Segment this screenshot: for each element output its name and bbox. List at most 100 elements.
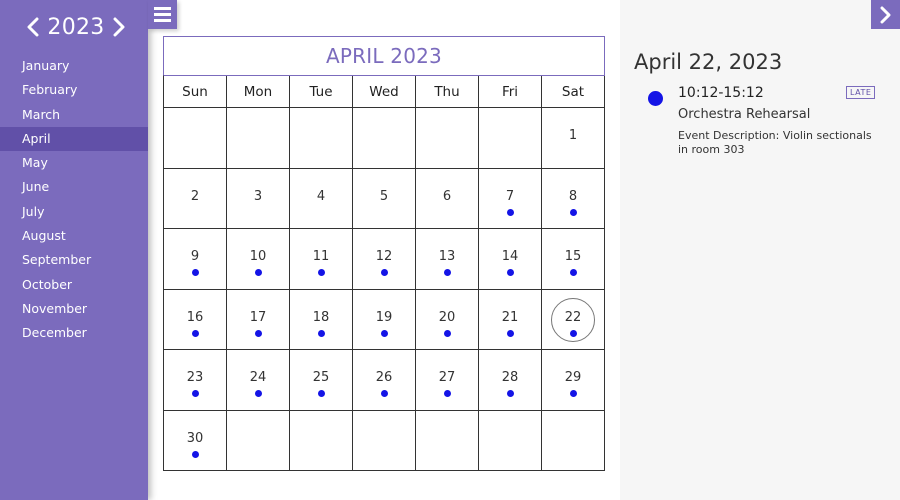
day-cell[interactable]: 16 bbox=[164, 289, 227, 350]
empty-day-cell bbox=[479, 108, 542, 169]
weekday-header: Tue bbox=[290, 76, 353, 108]
event-dot-icon bbox=[648, 91, 663, 106]
day-number: 19 bbox=[375, 309, 393, 325]
day-cell[interactable]: 4 bbox=[290, 168, 353, 229]
empty-day-cell bbox=[227, 410, 290, 471]
day-number: 20 bbox=[438, 309, 456, 325]
day-cell[interactable]: 25 bbox=[290, 350, 353, 411]
day-cell[interactable]: 26 bbox=[353, 350, 416, 411]
event-indicator-dot bbox=[191, 329, 199, 337]
prev-year-button[interactable] bbox=[26, 16, 40, 38]
event-indicator-dot bbox=[191, 390, 199, 397]
day-number: 15 bbox=[564, 249, 582, 264]
day-cell[interactable]: 7 bbox=[479, 168, 542, 229]
day-number: 3 bbox=[253, 188, 263, 204]
event-indicator-dot bbox=[254, 390, 262, 397]
day-number: 14 bbox=[501, 249, 519, 264]
day-cell[interactable]: 27 bbox=[416, 350, 479, 411]
day-cell[interactable]: 8 bbox=[542, 168, 605, 229]
event-indicator-dot bbox=[506, 390, 514, 397]
day-cell[interactable]: 23 bbox=[164, 350, 227, 411]
event-indicator-dot bbox=[191, 269, 199, 276]
empty-day-cell bbox=[290, 410, 353, 471]
empty-day-cell bbox=[416, 410, 479, 471]
day-number: 23 bbox=[186, 370, 204, 385]
event-panel: April 22, 2023 10:12-15:12 LATE Orchestr… bbox=[620, 0, 900, 500]
day-cell[interactable]: 22 bbox=[542, 289, 605, 350]
month-item-october[interactable]: October bbox=[0, 273, 148, 297]
day-cell[interactable]: 17 bbox=[227, 289, 290, 350]
day-number: 6 bbox=[442, 188, 452, 204]
late-badge: LATE bbox=[846, 86, 876, 99]
day-number: 17 bbox=[249, 309, 267, 325]
day-cell[interactable]: 10 bbox=[227, 229, 290, 290]
event-indicator-dot bbox=[506, 269, 514, 276]
day-cell[interactable]: 28 bbox=[479, 350, 542, 411]
day-cell[interactable]: 11 bbox=[290, 229, 353, 290]
day-number: 9 bbox=[190, 249, 200, 264]
day-number: 4 bbox=[316, 188, 326, 204]
next-year-button[interactable] bbox=[112, 16, 126, 38]
month-item-december[interactable]: December bbox=[0, 321, 148, 345]
day-cell[interactable]: 20 bbox=[416, 289, 479, 350]
day-cell[interactable]: 14 bbox=[479, 229, 542, 290]
month-list: January February March April May June July Augu… bbox=[0, 54, 148, 346]
month-item-november[interactable]: November bbox=[0, 297, 148, 321]
day-cell[interactable]: 6 bbox=[416, 168, 479, 229]
day-cell[interactable]: 19 bbox=[353, 289, 416, 350]
month-item-june[interactable]: June bbox=[0, 175, 148, 199]
day-cell[interactable]: 30 bbox=[164, 410, 227, 471]
day-cell[interactable]: 3 bbox=[227, 168, 290, 229]
empty-day-cell bbox=[353, 410, 416, 471]
day-cell[interactable]: 1 bbox=[542, 108, 605, 169]
day-number: 13 bbox=[438, 249, 456, 264]
month-item-january[interactable]: January bbox=[0, 54, 148, 78]
month-item-may[interactable]: May bbox=[0, 151, 148, 175]
chevron-right-icon bbox=[880, 6, 890, 23]
day-number: 5 bbox=[379, 188, 389, 204]
month-item-april[interactable]: April bbox=[0, 126, 148, 152]
day-cell[interactable]: 13 bbox=[416, 229, 479, 290]
day-number: 21 bbox=[501, 309, 519, 325]
weekday-header: Fri bbox=[479, 76, 542, 108]
event-indicator-dot bbox=[506, 208, 514, 216]
day-cell[interactable]: 5 bbox=[353, 168, 416, 229]
day-number: 11 bbox=[312, 249, 330, 264]
event-indicator-dot bbox=[443, 329, 451, 337]
day-cell[interactable]: 12 bbox=[353, 229, 416, 290]
event-title: Orchestra Rehearsal bbox=[678, 107, 811, 122]
day-cell[interactable]: 2 bbox=[164, 168, 227, 229]
month-item-july[interactable]: July bbox=[0, 200, 148, 224]
empty-day-cell bbox=[290, 108, 353, 169]
weekday-header: Thu bbox=[416, 76, 479, 108]
day-number: 1 bbox=[568, 128, 578, 143]
day-cell[interactable]: 29 bbox=[542, 350, 605, 411]
day-number: 16 bbox=[186, 309, 204, 325]
day-number: 12 bbox=[375, 249, 393, 264]
day-number: 30 bbox=[186, 430, 204, 446]
day-cell[interactable]: 21 bbox=[479, 289, 542, 350]
month-item-february[interactable]: February bbox=[0, 78, 148, 102]
hamburger-menu-icon bbox=[154, 7, 171, 10]
menu-button[interactable] bbox=[148, 0, 177, 29]
event-indicator-dot bbox=[569, 208, 577, 216]
month-item-september[interactable]: September bbox=[0, 248, 148, 272]
month-item-march[interactable]: March bbox=[0, 103, 148, 127]
day-number: 29 bbox=[564, 370, 582, 385]
event-indicator-dot bbox=[380, 390, 388, 397]
day-number: 7 bbox=[505, 188, 515, 204]
day-number: 22 bbox=[564, 309, 582, 325]
day-number: 28 bbox=[501, 370, 519, 385]
day-cell[interactable]: 18 bbox=[290, 289, 353, 350]
calendar: APRIL 2023 Sun Mon Tue Wed Thu Fri Sat 1 2 3 4 5 6 7 8… bbox=[163, 36, 605, 471]
month-item-august[interactable]: August bbox=[0, 224, 148, 248]
day-cell[interactable]: 24 bbox=[227, 350, 290, 411]
weekday-header: Mon bbox=[227, 76, 290, 108]
day-cell[interactable]: 15 bbox=[542, 229, 605, 290]
weekday-header: Sat bbox=[542, 76, 605, 108]
panel-toggle-button[interactable] bbox=[871, 0, 900, 29]
day-cell[interactable]: 9 bbox=[164, 229, 227, 290]
empty-day-cell bbox=[479, 410, 542, 471]
event-indicator-dot bbox=[317, 390, 325, 397]
day-number: 27 bbox=[438, 370, 456, 385]
